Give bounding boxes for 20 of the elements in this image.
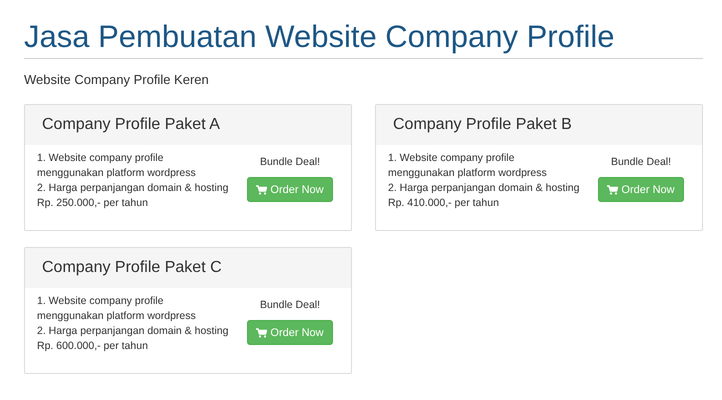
package-title: Company Profile Paket C [25, 248, 351, 288]
deal-label: Bundle Deal! [610, 156, 672, 168]
feature-text: 1. Website company profile menggunakan platform wordpress [388, 151, 548, 181]
cart-icon [256, 184, 268, 194]
feature-text: 1. Website company profile menggunakan platform wordpress [37, 294, 197, 324]
feature-text: 2. Harga perpanjangan domain & hosting Rp. 250.000,- per tahun [37, 181, 229, 211]
deal-label: Bundle Deal! [260, 156, 320, 168]
cart-icon [256, 328, 268, 338]
feature-text: 2. Harga perpanjangan domain & hosting Rp. 600.000,- per tahun [37, 324, 229, 354]
page-subtitle: Website Company Profile Keren [24, 72, 210, 87]
order-button[interactable]: Order Now [247, 177, 333, 202]
package-title: Company Profile Paket B [376, 105, 702, 145]
page-title: Jasa Pembuatan Website Company Profile [24, 18, 703, 59]
package-title: Company Profile Paket A [25, 105, 351, 145]
order-button[interactable]: Order Now [598, 177, 684, 202]
feature-text: 1. Website company profile menggunakan platform wordpress [37, 151, 197, 181]
order-button[interactable]: Order Now [247, 320, 333, 345]
cart-icon [607, 184, 618, 194]
deal-label: Bundle Deal! [260, 299, 320, 311]
feature-text: 2. Harga perpanjangan domain & hosting Rp. 410.000,- per tahun [388, 181, 580, 211]
